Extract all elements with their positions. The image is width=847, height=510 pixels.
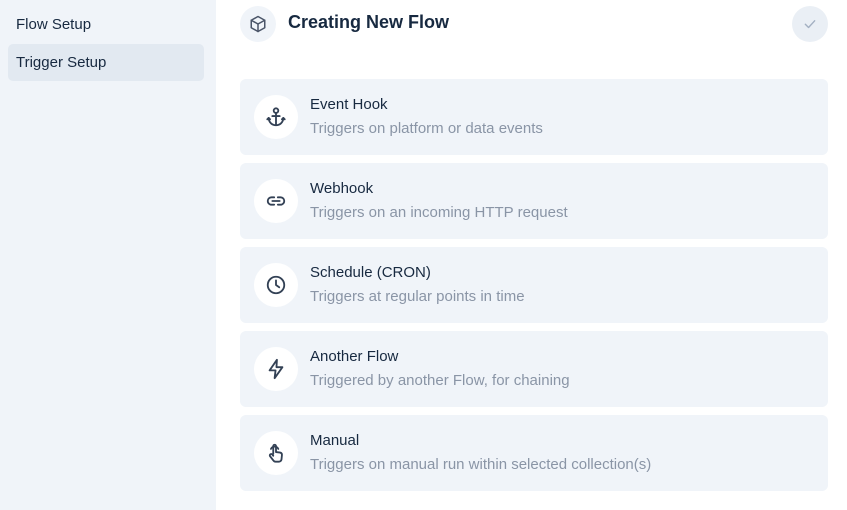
sidebar-item-trigger-setup[interactable]: Trigger Setup — [8, 44, 204, 81]
bolt-icon — [254, 347, 298, 391]
trigger-title: Schedule (CRON) — [310, 264, 431, 281]
trigger-title: Event Hook — [310, 96, 388, 113]
sidebar-item-flow-setup[interactable]: Flow Setup — [8, 6, 204, 43]
link-icon — [254, 179, 298, 223]
trigger-option-event-hook[interactable]: Event Hook Triggers on platform or data … — [240, 79, 828, 155]
trigger-description: Triggers on manual run within selected c… — [310, 456, 652, 473]
trigger-option-schedule[interactable]: Schedule (CRON) Triggers at regular poin… — [240, 247, 828, 323]
trigger-description: Triggered by another Flow, for chaining — [310, 372, 570, 389]
pointer-icon — [254, 431, 298, 475]
anchor-icon — [254, 95, 298, 139]
trigger-option-another-flow[interactable]: Another Flow Triggered by another Flow, … — [240, 331, 828, 407]
sidebar-item-label: Flow Setup — [16, 16, 92, 33]
page-title: Creating New Flow — [288, 12, 450, 32]
trigger-title: Another Flow — [310, 348, 399, 365]
trigger-option-webhook[interactable]: Webhook Triggers on an incoming HTTP req… — [240, 163, 828, 239]
trigger-title: Manual — [310, 432, 360, 449]
trigger-description: Triggers on platform or data events — [310, 120, 543, 137]
trigger-options-list: Event Hook Triggers on platform or data … — [240, 79, 828, 499]
check-icon — [803, 17, 817, 31]
clock-icon — [254, 263, 298, 307]
sidebar-item-label: Trigger Setup — [16, 54, 107, 71]
confirm-button[interactable] — [792, 6, 828, 42]
sidebar: Flow Setup Trigger Setup — [0, 0, 216, 510]
trigger-option-manual[interactable]: Manual Triggers on manual run within sel… — [240, 415, 828, 491]
trigger-description: Triggers at regular points in time — [310, 288, 525, 305]
trigger-description: Triggers on an incoming HTTP request — [310, 204, 568, 221]
trigger-title: Webhook — [310, 180, 374, 197]
cube-icon — [240, 6, 276, 42]
